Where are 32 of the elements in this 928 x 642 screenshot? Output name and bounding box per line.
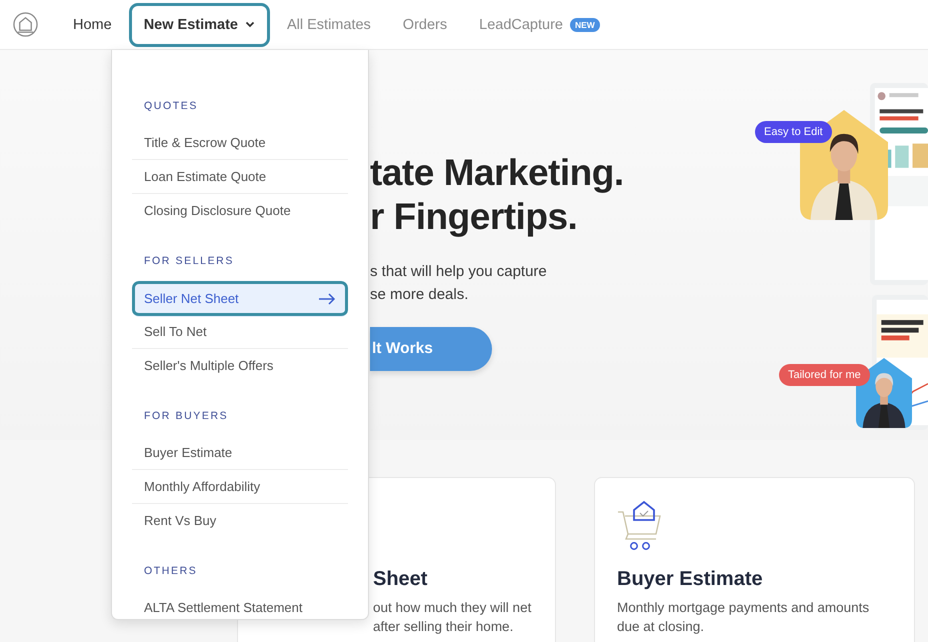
card-description: out how much they will net <box>373 599 532 617</box>
menu-item[interactable]: Loan Estimate Quote <box>132 160 348 194</box>
arrow-right-icon <box>318 292 336 304</box>
card-description: Monthly mortgage payments and amounts <box>617 599 870 617</box>
section-heading: FOR SELLERS <box>144 254 235 269</box>
card-description: after selling their home. <box>373 618 514 636</box>
nav-tab[interactable]: Home <box>58 2 127 46</box>
hero-title: tate Marketing. <box>370 151 625 195</box>
menu-item[interactable]: Sell To Net <box>132 315 348 349</box>
section-heading: FOR BUYERS <box>144 409 230 424</box>
section-heading: OTHERS <box>144 564 198 579</box>
menu-item[interactable]: Closing Disclosure Quote <box>132 194 348 227</box>
menu-item[interactable]: Monthly Affordability <box>132 470 348 504</box>
menu-item[interactable]: Title & Escrow Quote <box>132 126 348 160</box>
logo-icon[interactable] <box>13 12 38 37</box>
hero-subtitle: se more deals. <box>370 285 470 305</box>
menu-item[interactable]: ALTA Settlement Statement <box>132 591 348 624</box>
menu-item[interactable]: Buyer Estimate <box>132 436 348 470</box>
section-heading: QUOTES <box>144 99 199 114</box>
chevron-down-icon <box>244 21 255 28</box>
hero-subtitle: s that will help you capture <box>370 262 548 282</box>
hero-title: r Fingertips. <box>370 195 578 239</box>
new-badge: NEW <box>570 18 600 32</box>
card-title: Sheet <box>373 567 428 592</box>
card-description: due at closing. <box>617 618 706 636</box>
menu-item[interactable]: Seller's Multiple Offers <box>132 349 348 382</box>
menu-item[interactable]: Rent Vs Buy <box>132 504 348 537</box>
tag: Tailored for me <box>779 364 870 386</box>
menu-item[interactable]: Seller Net Sheet <box>132 281 348 317</box>
card-title: Buyer Estimate <box>617 567 764 592</box>
tag: Easy to Edit <box>755 121 832 143</box>
nav-tab[interactable]: New Estimate <box>128 2 270 46</box>
